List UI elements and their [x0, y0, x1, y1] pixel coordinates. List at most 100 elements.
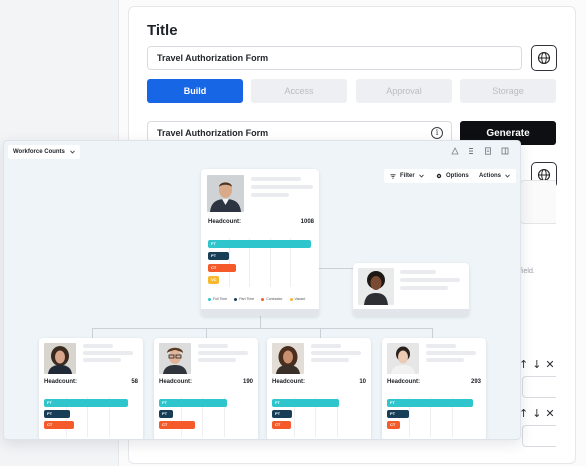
chevron-down-icon — [70, 150, 75, 154]
placeholder-line — [311, 358, 349, 362]
placeholder-line — [83, 344, 113, 348]
bar-part-time: PT — [272, 410, 292, 418]
field-row-2[interactable] — [522, 425, 556, 447]
app-stage: Title Travel Authorization Form Build Ac… — [0, 0, 586, 466]
headcount-value: 58 — [131, 379, 138, 385]
filter-icon — [390, 173, 396, 179]
org-card-child-2[interactable]: Headcount: 190 FT PT CT — [154, 338, 258, 439]
placeholder-line — [311, 344, 341, 348]
bar-full-time: FT — [208, 240, 311, 248]
filter-label: Filter — [400, 173, 415, 179]
placeholder-line — [251, 185, 313, 189]
org-card-child-1[interactable]: Headcount: 58 FT PT CT — [39, 338, 143, 439]
info-icon[interactable]: i — [431, 127, 443, 139]
placeholder-line — [426, 351, 476, 355]
workforce-select-label: Workforce Counts — [13, 149, 65, 155]
avatar — [159, 343, 191, 374]
field-row-1[interactable] — [522, 376, 556, 398]
org-card-root[interactable]: Headcount: 1008 FT PT CT VC Full Time Pa… — [201, 169, 319, 316]
placeholder-line — [83, 358, 121, 362]
language-button[interactable] — [531, 45, 557, 71]
bar-vacant: VC — [208, 276, 220, 284]
actions-label: Actions — [479, 173, 502, 179]
headcount-label: Headcount: — [387, 379, 420, 385]
filter-button[interactable]: Filter — [384, 169, 430, 183]
options-label: Options — [446, 173, 469, 179]
connector-line — [319, 268, 353, 269]
connector-line — [432, 328, 433, 338]
chevron-down-icon — [505, 174, 510, 178]
legend-item: Vacant — [289, 297, 305, 301]
placeholder-line — [251, 177, 301, 181]
org-card-child-4[interactable]: Headcount: 293 FT PT CT — [382, 338, 486, 439]
headcount-label: Headcount: — [44, 379, 77, 385]
avatar — [44, 343, 76, 374]
headcount-bars: FT PT CT — [387, 397, 473, 437]
bar-part-time: PT — [159, 410, 173, 418]
placeholder-line — [311, 351, 361, 355]
placeholder-line — [426, 358, 464, 362]
connector-line — [206, 328, 207, 338]
placeholder-line — [400, 270, 436, 274]
bar-full-time: FT — [387, 399, 473, 407]
bar-contractor: CT — [387, 421, 400, 429]
bar-full-time: FT — [44, 399, 129, 407]
bar-contractor: CT — [44, 421, 75, 429]
actions-button[interactable]: Actions — [473, 169, 517, 183]
card-footer — [201, 309, 319, 316]
placeholder-line — [198, 351, 248, 355]
title-label: Title — [147, 22, 178, 39]
options-button[interactable]: Options — [430, 169, 475, 183]
org-card-side[interactable] — [353, 263, 469, 316]
placeholder-line — [198, 344, 228, 348]
headcount-value: 190 — [242, 379, 253, 385]
headcount-label: Headcount: — [159, 379, 192, 385]
legend-item: Part Time — [234, 297, 254, 301]
bar-part-time: PT — [44, 410, 70, 418]
tab-approval[interactable]: Approval — [356, 79, 452, 103]
legend-item: Contractor — [261, 297, 283, 301]
connector-line — [320, 328, 321, 338]
avatar — [272, 343, 304, 374]
headcount-value: 293 — [470, 379, 481, 385]
placeholder-line — [198, 358, 236, 362]
bar-part-time: PT — [208, 252, 229, 260]
tab-access[interactable]: Access — [251, 79, 347, 103]
connector-line — [92, 328, 93, 338]
list-view-icon[interactable] — [467, 147, 475, 155]
layout-icon[interactable] — [501, 147, 509, 155]
placeholder-line — [251, 193, 289, 197]
headcount-bars: FT PT CT — [159, 397, 245, 437]
form-tabs: Build Access Approval Storage — [147, 79, 556, 103]
headcount-bars: FT PT CT VC — [208, 238, 311, 287]
avatar — [387, 343, 419, 374]
gear-icon — [436, 173, 442, 179]
bar-contractor: CT — [208, 264, 236, 272]
avatar — [207, 175, 244, 212]
row-move-controls[interactable]: ↑↓✕ — [519, 358, 559, 371]
chart-icon[interactable] — [451, 147, 459, 155]
legend-item: Full Time — [208, 297, 227, 301]
bar-contractor: CT — [159, 421, 196, 429]
tab-build[interactable]: Build — [147, 79, 243, 103]
row-move-controls-2[interactable]: ↑↓✕ — [519, 407, 559, 420]
document-icon[interactable] — [484, 147, 492, 155]
placeholder-line — [400, 278, 460, 282]
hint-text: field. — [520, 268, 535, 275]
connector-line — [92, 328, 432, 329]
bar-full-time: FT — [272, 399, 340, 407]
bar-part-time: PT — [387, 410, 409, 418]
headcount-bars: FT PT CT — [272, 397, 358, 437]
tab-storage[interactable]: Storage — [460, 79, 556, 103]
connector-line — [260, 315, 261, 328]
workforce-select[interactable]: Workforce Counts — [8, 145, 80, 159]
headcount-bars: FT PT CT — [44, 397, 130, 437]
org-card-child-3[interactable]: Headcount: 10 FT PT CT — [267, 338, 371, 439]
placeholder-line — [83, 351, 133, 355]
globe-icon — [537, 51, 551, 65]
placeholder-line — [400, 286, 448, 290]
legend: Full Time Part Time Contractor Vacant — [208, 297, 305, 301]
headcount-value: 1008 — [300, 219, 314, 225]
field-preview-box — [520, 180, 556, 224]
title-input[interactable]: Travel Authorization Form — [147, 46, 522, 70]
